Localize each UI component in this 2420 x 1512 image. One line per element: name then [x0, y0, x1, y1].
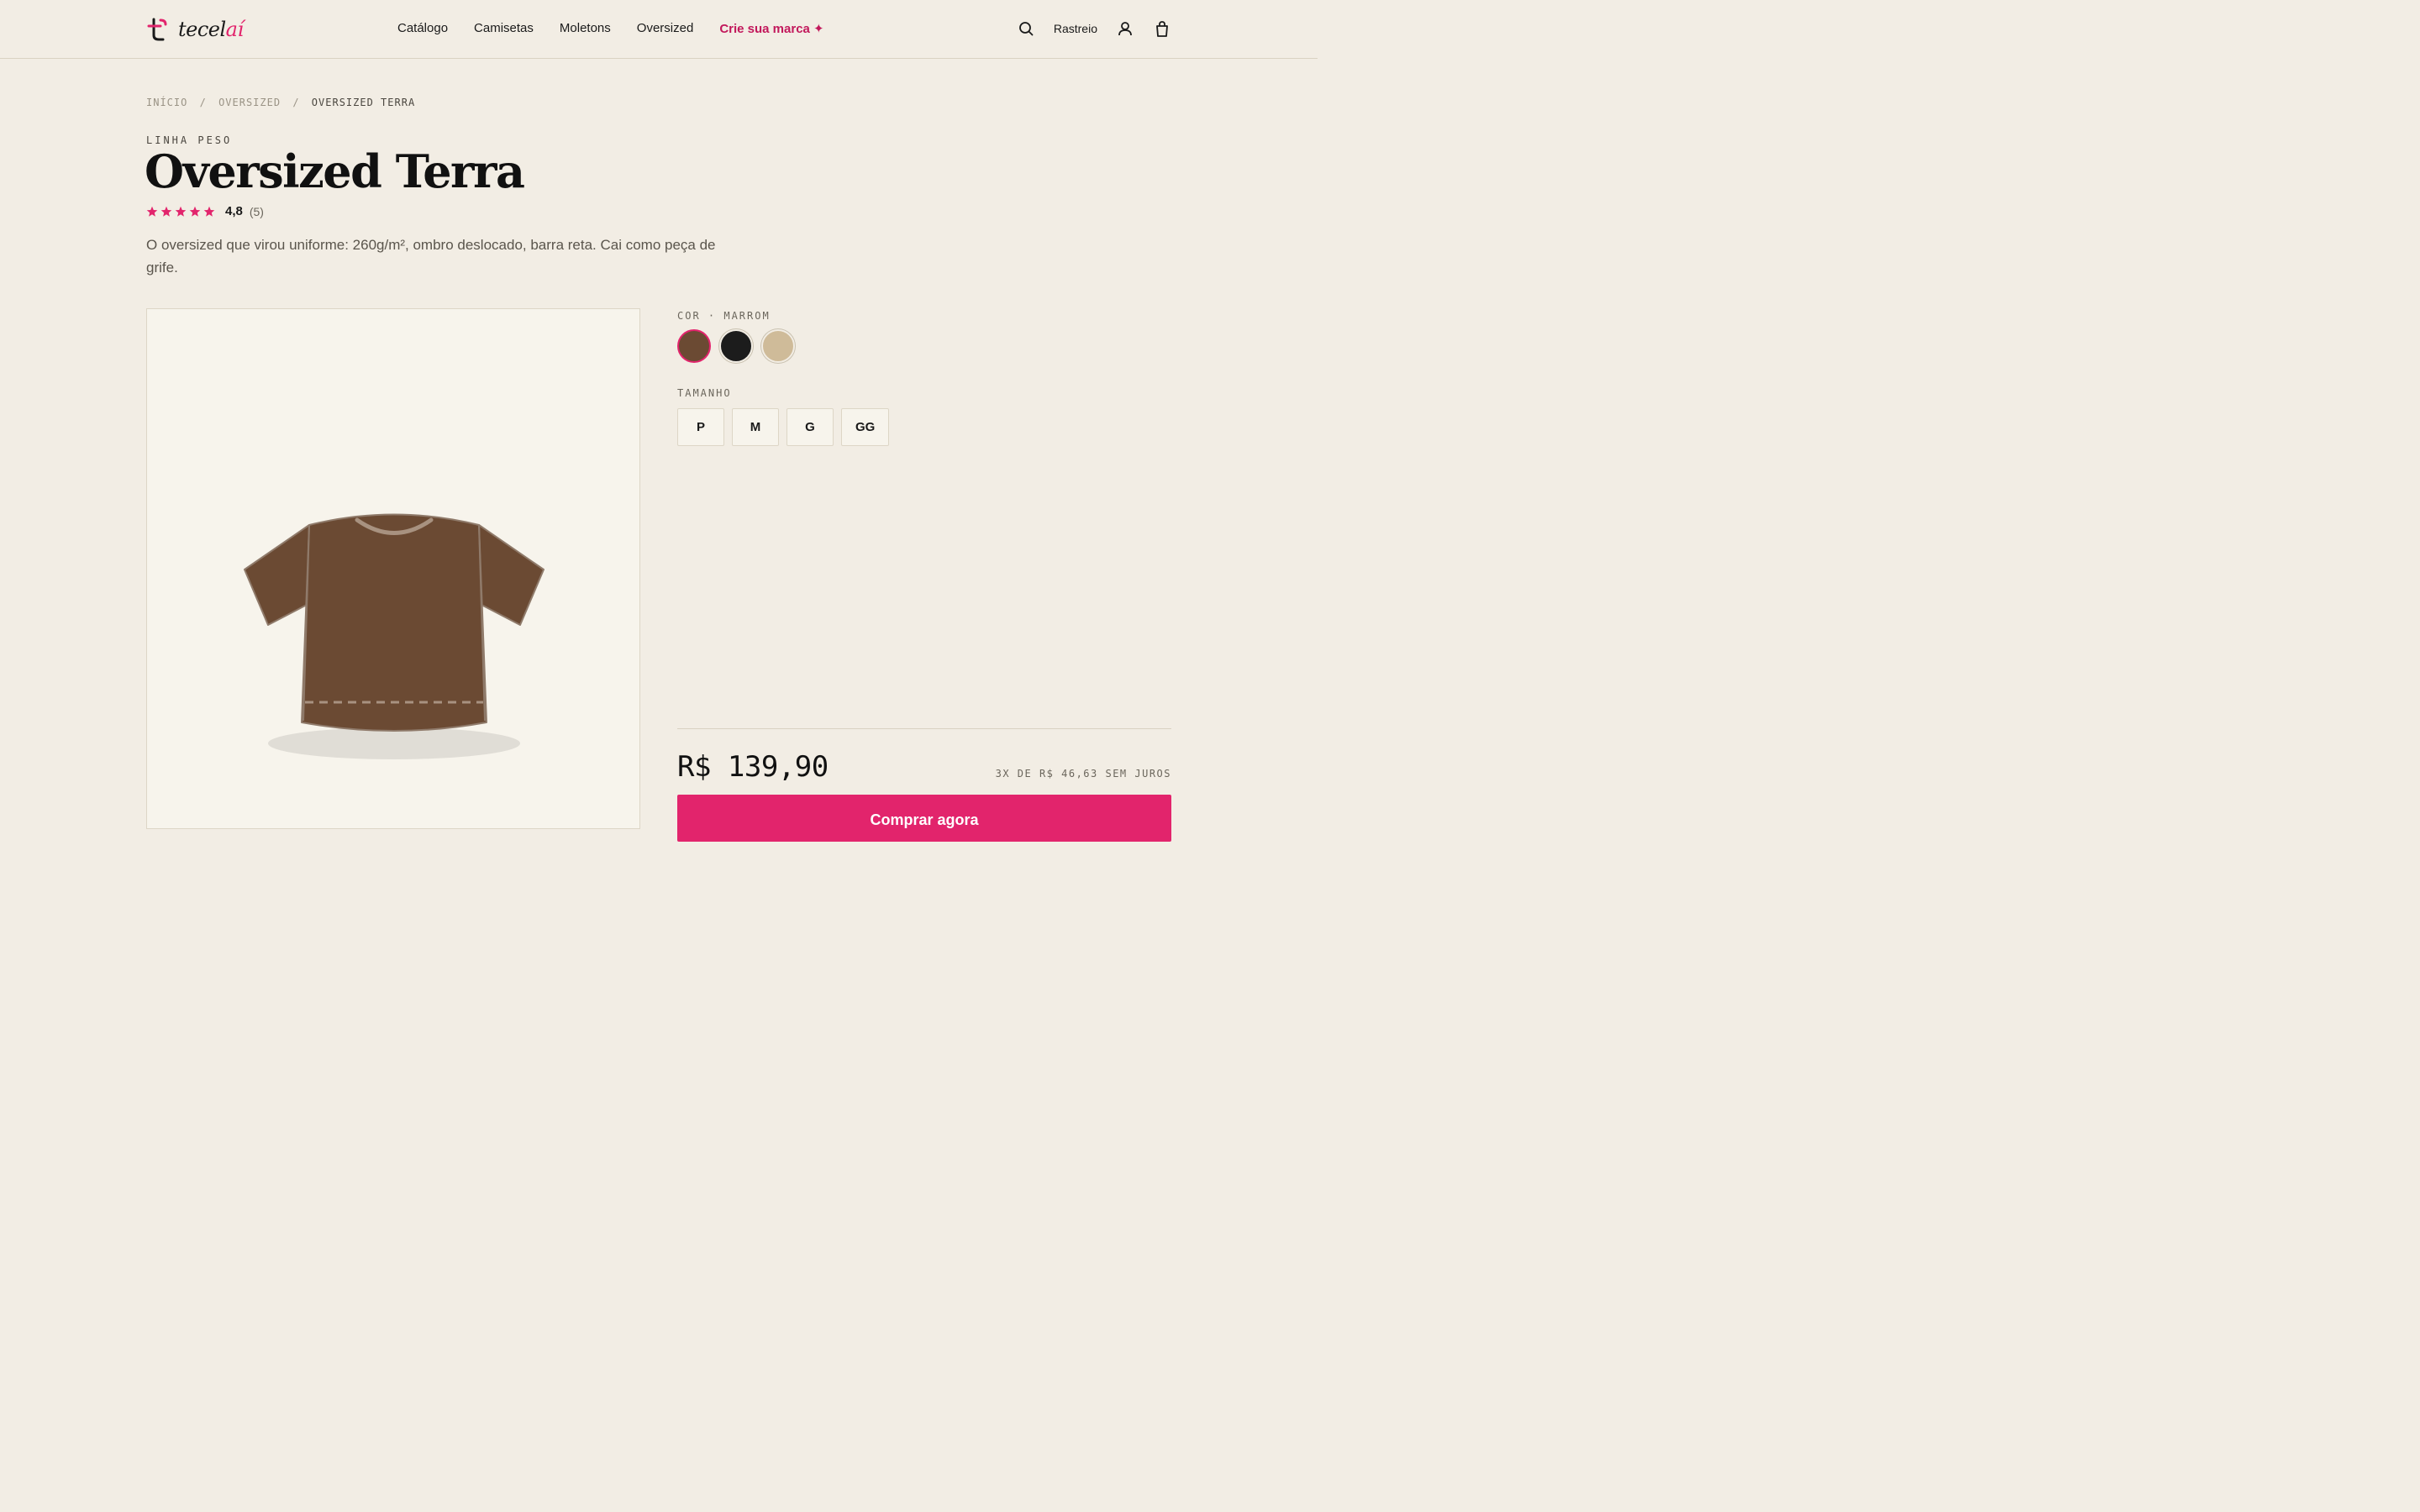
- color-swatches: [677, 329, 795, 363]
- breadcrumb: INÍCIO / OVERSIZED / OVERSIZED TERRA: [146, 97, 415, 108]
- star-icon: [160, 206, 172, 217]
- color-swatch-areia[interactable]: [761, 329, 795, 363]
- search-icon[interactable]: [1017, 18, 1035, 39]
- site-header: tecelaí Catálogo Camisetas Moletons Over…: [0, 0, 1318, 59]
- nav-item-crie-sua-marca[interactable]: Crie sua marca ✦: [719, 21, 823, 36]
- size-selector: P M G GG: [677, 408, 890, 446]
- nav-item-moletons[interactable]: Moletons: [560, 21, 611, 36]
- rating-value: 4,8: [225, 204, 243, 218]
- star-icon: [175, 206, 187, 217]
- star-icon: [203, 206, 215, 217]
- product-description: O oversized que virou uniforme: 260g/m²,…: [146, 237, 716, 276]
- size-option-g[interactable]: G: [786, 408, 834, 446]
- product-price: R$ 139,90: [677, 750, 829, 784]
- brand-wordmark: tecelaí: [178, 18, 244, 41]
- main-nav: Catálogo Camisetas Moletons Oversized Cr…: [397, 21, 824, 36]
- breadcrumb-item-current: OVERSIZED TERRA: [311, 97, 416, 108]
- installments-info: 3X DE R$ 46,63 SEM JUROS: [995, 768, 1171, 780]
- buy-now-button[interactable]: Comprar agora: [677, 795, 1171, 842]
- breadcrumb-separator: /: [292, 97, 300, 108]
- color-swatch-preto[interactable]: [719, 329, 753, 363]
- size-option-gg[interactable]: GG: [841, 408, 890, 446]
- breadcrumb-item-inicio[interactable]: INÍCIO: [146, 97, 187, 108]
- color-label: COR · MARROM: [677, 310, 771, 322]
- product-title: Oversized Terra: [145, 144, 525, 198]
- product-rating[interactable]: 4,8 (5): [146, 204, 264, 218]
- star-icon: [146, 206, 158, 217]
- logo-mark-icon: [147, 18, 167, 41]
- rating-stars: [146, 206, 215, 218]
- size-label: TAMANHO: [677, 387, 732, 399]
- size-option-p[interactable]: P: [677, 408, 724, 446]
- breadcrumb-separator: /: [199, 97, 207, 108]
- product-image[interactable]: [146, 308, 640, 829]
- tshirt-illustration: [244, 513, 544, 759]
- color-swatch-marrom[interactable]: [677, 329, 711, 363]
- price-divider: [677, 728, 1171, 729]
- tracking-link[interactable]: Rastreio: [1054, 22, 1097, 35]
- nav-item-catalogo[interactable]: Catálogo: [397, 21, 448, 36]
- bag-icon[interactable]: [1153, 18, 1171, 39]
- nav-item-camisetas[interactable]: Camisetas: [474, 21, 534, 36]
- brand-logo[interactable]: tecelaí: [146, 15, 244, 44]
- nav-item-oversized[interactable]: Oversized: [637, 21, 694, 36]
- user-icon[interactable]: [1116, 18, 1134, 39]
- rating-count: (5): [249, 204, 264, 218]
- size-option-m[interactable]: M: [732, 408, 779, 446]
- star-icon: [189, 206, 201, 217]
- breadcrumb-item-oversized[interactable]: OVERSIZED: [218, 97, 281, 108]
- header-actions: Rastreio: [1017, 18, 1171, 39]
